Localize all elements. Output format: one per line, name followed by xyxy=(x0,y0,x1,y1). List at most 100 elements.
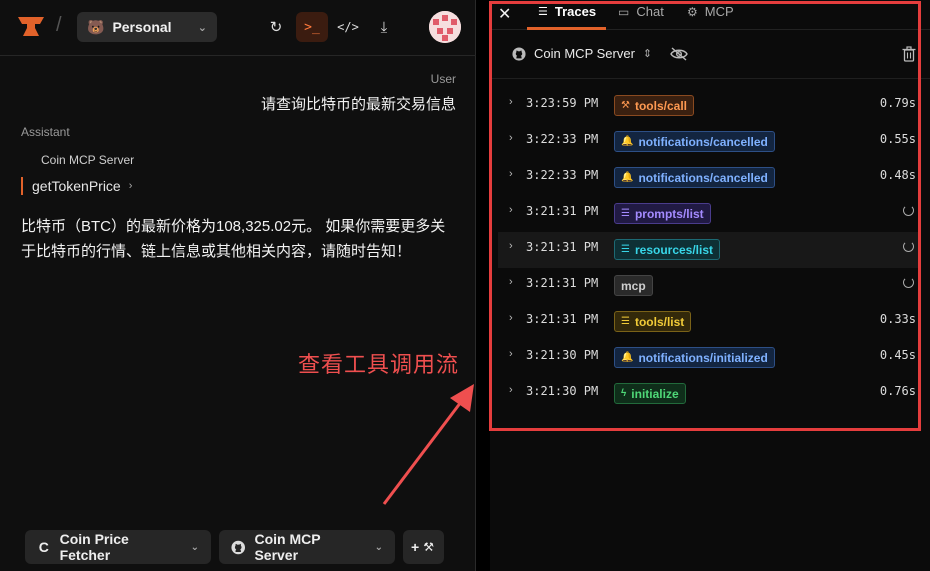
chat-icon: ▭ xyxy=(618,4,630,19)
trace-method-label: tools/call xyxy=(634,98,687,113)
list-icon: ☰ xyxy=(538,6,548,18)
trace-duration: 0.45s xyxy=(879,348,916,362)
gear-icon: ⚙ xyxy=(687,4,698,19)
trace-row[interactable]: › 3:21:30 PM ϟ initialize 0.76s xyxy=(498,376,918,412)
trace-method-label: resources/list xyxy=(634,242,714,257)
chevron-updown-icon: ⇕ xyxy=(642,48,653,60)
chevron-right-icon[interactable]: › xyxy=(509,312,513,324)
refresh-icon: ↻ xyxy=(269,19,283,36)
chevron-right-icon[interactable]: › xyxy=(509,240,513,252)
trace-method-label: notifications/cancelled xyxy=(638,134,768,149)
avatar-pattern-icon xyxy=(429,11,461,43)
trace-method-label: notifications/cancelled xyxy=(638,170,768,185)
trace-time: 3:21:31 PM xyxy=(526,204,599,218)
trace-method-badge: mcp xyxy=(614,275,653,296)
loading-spinner-icon xyxy=(903,277,914,288)
refresh-button[interactable]: ↻ xyxy=(260,12,292,42)
loading-spinner-icon xyxy=(903,205,914,216)
chevron-down-icon: ⌄ xyxy=(197,21,207,34)
tab-chat[interactable]: ▭ Chat xyxy=(618,4,664,19)
trace-duration: 0.55s xyxy=(879,132,916,146)
agent-label: Coin Price Fetcher xyxy=(59,531,129,563)
loading-spinner-icon xyxy=(903,241,914,252)
chevron-right-icon[interactable]: › xyxy=(509,168,513,180)
workspace-selector[interactable]: 🐻 Personal ⌄ xyxy=(77,12,217,42)
annotation-label: 查看工具调用流 xyxy=(298,352,460,377)
annotation-arrow-icon xyxy=(382,384,474,505)
trace-method-badge: ⚒ tools/call xyxy=(614,95,694,116)
chevron-right-icon[interactable]: › xyxy=(509,384,513,396)
user-message: 请查询比特币的最新交易信息 xyxy=(260,96,456,113)
trace-method-badge: ☰ resources/list xyxy=(614,239,721,260)
tab-label: Chat xyxy=(636,4,664,19)
workspace-label: Personal xyxy=(112,19,172,35)
trace-row[interactable]: › 3:21:31 PM ☰ prompts/list xyxy=(498,196,918,232)
trace-method-label: prompts/list xyxy=(634,206,704,221)
github-icon xyxy=(231,540,246,554)
trace-row[interactable]: › 3:22:33 PM 🔔 notifications/cancelled 0.48s xyxy=(498,160,918,196)
logo-icon xyxy=(18,17,44,36)
trace-time: 3:22:33 PM xyxy=(526,132,599,146)
agent-initial: C xyxy=(38,539,49,555)
list-icon: ☰ xyxy=(621,244,630,255)
close-icon[interactable]: ✕ xyxy=(498,4,511,24)
trace-method-badge: ☰ tools/list xyxy=(614,311,692,332)
divider xyxy=(490,78,930,79)
server-selector[interactable]: Coin MCP Server ⇕ xyxy=(512,46,688,61)
terminal-icon: >_ xyxy=(304,19,320,35)
tab-label: MCP xyxy=(704,4,734,19)
add-label: + xyxy=(411,539,420,555)
trace-method-badge: ϟ initialize xyxy=(614,383,686,404)
add-tool-button[interactable]: + ⚒ xyxy=(403,530,444,564)
mcp-server-label: Coin MCP Server xyxy=(254,531,321,563)
code-button[interactable]: </> xyxy=(332,12,364,42)
trace-row[interactable]: › 3:22:33 PM 🔔 notifications/cancelled 0.55s xyxy=(498,124,918,160)
chevron-right-icon[interactable]: › xyxy=(509,276,513,288)
tab-mcp[interactable]: ⚙ MCP xyxy=(687,4,734,19)
trace-row[interactable]: › 3:21:30 PM 🔔 notifications/initialized 0.4… xyxy=(498,340,918,376)
tab-traces[interactable]: ☰ Traces xyxy=(538,4,596,19)
tool-call-item[interactable]: getTokenPrice › xyxy=(21,177,132,195)
chevron-right-icon[interactable]: › xyxy=(509,348,513,360)
agent-selector[interactable]: C Coin Price Fetcher ⌄ xyxy=(25,530,211,564)
panel-tabs: ✕ ☰ Traces ▭ Chat ⚙ MCP xyxy=(490,0,930,30)
traces-button[interactable]: >_ xyxy=(296,12,328,42)
trash-icon[interactable] xyxy=(902,46,916,62)
bell-icon: 🔔 xyxy=(621,136,634,147)
trace-time: 3:21:31 PM xyxy=(526,312,599,326)
bolt-icon: ϟ xyxy=(621,388,627,399)
chevron-down-icon: ⌄ xyxy=(374,541,383,553)
trace-duration: 0.33s xyxy=(879,312,916,326)
eye-off-icon[interactable] xyxy=(670,46,688,61)
server-selector-label: Coin MCP Server xyxy=(534,46,635,61)
trace-method-label: initialize xyxy=(631,386,679,401)
bear-icon: 🐻 xyxy=(87,18,105,35)
assistant-role-label: Assistant xyxy=(21,125,70,139)
chevron-right-icon[interactable]: › xyxy=(509,204,513,216)
download-icon: ⤓ xyxy=(380,18,388,36)
trace-time: 3:21:31 PM xyxy=(526,276,599,290)
chevron-right-icon[interactable]: › xyxy=(509,132,513,144)
trace-row[interactable]: › 3:21:31 PM mcp xyxy=(498,268,918,304)
traces-panel: ✕ ☰ Traces ▭ Chat ⚙ MCP Coin MCP Server … xyxy=(490,0,930,571)
bell-icon: 🔔 xyxy=(621,352,634,363)
trace-row[interactable]: › 3:21:31 PM ☰ tools/list 0.33s xyxy=(498,304,918,340)
chevron-right-icon[interactable]: › xyxy=(509,96,513,108)
chevron-right-icon: › xyxy=(128,180,133,192)
trace-method-label: mcp xyxy=(621,278,646,293)
trace-method-badge: 🔔 notifications/cancelled xyxy=(614,131,775,152)
chevron-down-icon: ⌄ xyxy=(190,541,199,553)
avatar[interactable] xyxy=(429,11,461,43)
download-button[interactable]: ⤓ xyxy=(368,12,400,42)
trace-row[interactable]: › 3:23:59 PM ⚒ tools/call 0.79s xyxy=(498,88,918,124)
mcp-server-selector[interactable]: Coin MCP Server ⌄ xyxy=(219,530,395,564)
tools-icon: ⚒ xyxy=(423,540,434,554)
tab-label: Traces xyxy=(554,4,597,19)
list-icon: ☰ xyxy=(621,316,630,327)
bell-icon: 🔔 xyxy=(621,172,634,183)
github-icon xyxy=(512,46,526,61)
trace-method-badge: ☰ prompts/list xyxy=(614,203,711,224)
trace-row[interactable]: › 3:21:31 PM ☰ resources/list xyxy=(498,232,918,268)
wrench-icon: ⚒ xyxy=(621,100,630,111)
code-icon: </> xyxy=(337,20,359,34)
